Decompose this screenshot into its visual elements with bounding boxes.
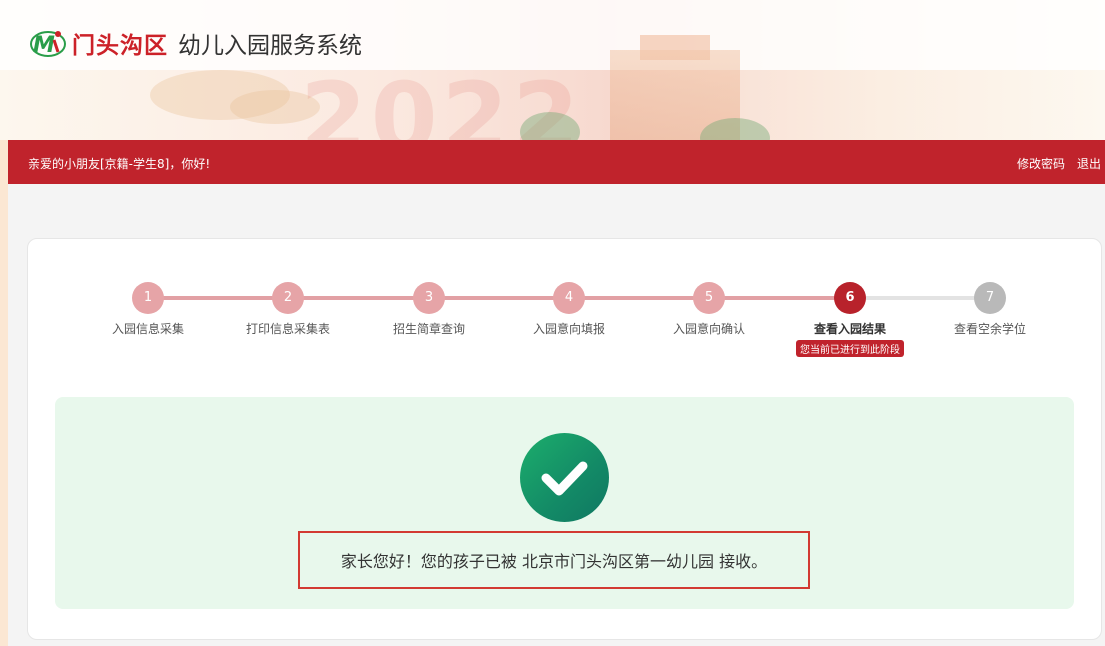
- step-label[interactable]: 入园信息采集: [88, 320, 208, 337]
- user-greeting: 亲爱的小朋友[京籍-学生8]，你好!: [28, 157, 211, 171]
- logout-link[interactable]: 退出: [1077, 155, 1101, 172]
- header-banner: 2022 M 门头沟区 幼儿入园服务系统: [0, 0, 1105, 140]
- checkmark-icon: [541, 461, 588, 496]
- result-panel: 家长您好！您的孩子已被 北京市门头沟区第一幼儿园 接收。: [55, 397, 1074, 609]
- check-circle-icon: [520, 433, 609, 522]
- step-number[interactable]: 1: [132, 282, 164, 314]
- step-number[interactable]: 4: [553, 282, 585, 314]
- step-4[interactable]: 4 入园意向填报: [509, 282, 629, 337]
- step-6[interactable]: 6 查看入园结果 您当前已进行到此阶段: [790, 282, 910, 357]
- step-number[interactable]: 2: [272, 282, 304, 314]
- step-7[interactable]: 7 查看空余学位: [930, 282, 1050, 337]
- admission-message-text: 家长您好！您的孩子已被 北京市门头沟区第一幼儿园 接收。: [340, 552, 768, 571]
- step-label[interactable]: 入园意向确认: [649, 320, 769, 337]
- step-label[interactable]: 查看入园结果: [790, 320, 910, 337]
- brand: M 门头沟区 幼儿入园服务系统: [30, 26, 362, 60]
- brand-system-name: 幼儿入园服务系统: [178, 33, 362, 59]
- step-1[interactable]: 1 入园信息采集: [88, 282, 208, 337]
- step-label[interactable]: 查看空余学位: [930, 320, 1050, 337]
- step-number[interactable]: 5: [693, 282, 725, 314]
- change-password-link[interactable]: 修改密码: [1017, 155, 1065, 172]
- progress-steps: 1 入园信息采集 2 打印信息采集表 3 招生简章查询 4 入园意向填报 5 入…: [28, 239, 1101, 389]
- step-2[interactable]: 2 打印信息采集表: [228, 282, 348, 337]
- step-label[interactable]: 入园意向填报: [509, 320, 629, 337]
- step-number[interactable]: 7: [974, 282, 1006, 314]
- brand-district: 门头沟区: [72, 33, 168, 59]
- current-step-badge: 您当前已进行到此阶段: [796, 340, 904, 357]
- step-number[interactable]: 3: [413, 282, 445, 314]
- main-card: 1 入园信息采集 2 打印信息采集表 3 招生简章查询 4 入园意向填报 5 入…: [27, 238, 1102, 640]
- step-label[interactable]: 打印信息采集表: [228, 320, 348, 337]
- step-label[interactable]: 招生简章查询: [369, 320, 489, 337]
- step-5[interactable]: 5 入园意向确认: [649, 282, 769, 337]
- step-3[interactable]: 3 招生简章查询: [369, 282, 489, 337]
- page-left-edge: [0, 140, 8, 646]
- logo-icon: M: [30, 31, 66, 58]
- admission-message: 家长您好！您的孩子已被 北京市门头沟区第一幼儿园 接收。: [298, 531, 810, 589]
- user-links: 修改密码 退出: [1017, 155, 1101, 172]
- svg-text:M: M: [33, 33, 55, 58]
- step-number[interactable]: 6: [834, 282, 866, 314]
- user-bar: 亲爱的小朋友[京籍-学生8]，你好! 修改密码 退出: [8, 140, 1105, 184]
